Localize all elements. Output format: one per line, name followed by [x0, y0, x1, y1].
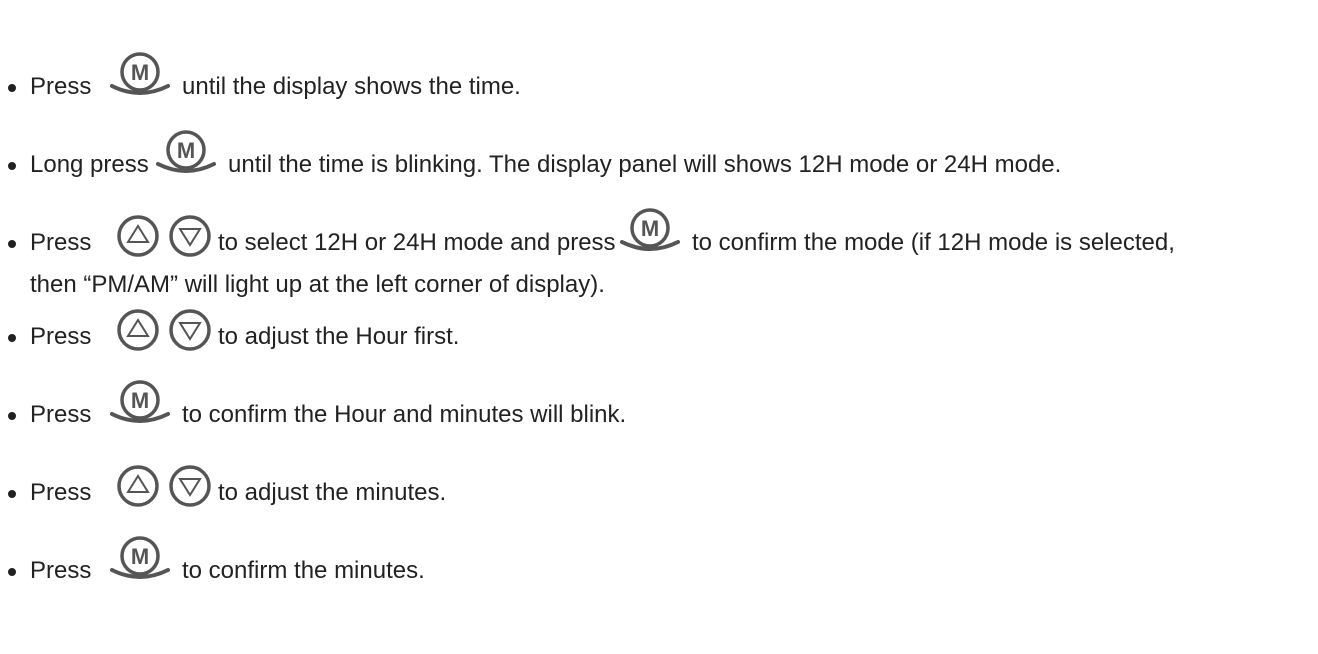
up-button-icon — [116, 214, 160, 258]
svg-text:M: M — [131, 388, 149, 413]
step-text: Press — [30, 557, 92, 584]
step-text: to confirm the Hour and minutes will bli… — [182, 401, 627, 428]
bullet-icon — [8, 84, 16, 92]
step-text: to confirm the minutes. — [182, 557, 425, 584]
step-text: Press — [30, 401, 92, 428]
svg-text:M: M — [131, 60, 149, 85]
step-text: to adjust the Hour first. — [218, 323, 460, 350]
bullet-icon — [8, 334, 16, 342]
svg-text:M: M — [641, 216, 659, 241]
m-button-icon: M — [104, 48, 176, 104]
step-continuation: then “PM/AM” will light up at the left c… — [30, 271, 605, 298]
m-button-icon: M — [614, 204, 686, 260]
step-text: Press — [30, 323, 92, 350]
bullet-icon — [8, 412, 16, 420]
down-button-icon — [168, 214, 212, 258]
svg-text:M: M — [177, 138, 195, 163]
step-text: Press — [30, 73, 92, 100]
down-button-icon — [168, 464, 212, 508]
up-button-icon — [116, 464, 160, 508]
step-text: to confirm the mode (if 12H mode is sele… — [692, 229, 1175, 256]
step-text: until the display shows the time. — [182, 73, 521, 100]
step-text: until the time is blinking. The display … — [228, 151, 1062, 178]
instruction-document: Press M until the display shows the time… — [0, 0, 1318, 654]
svg-text:M: M — [131, 544, 149, 569]
down-button-icon — [168, 308, 212, 352]
m-button-icon: M — [150, 126, 222, 182]
bullet-icon — [8, 568, 16, 576]
m-button-icon: M — [104, 376, 176, 432]
step-text: to select 12H or 24H mode and press — [218, 229, 616, 256]
step-text: to adjust the minutes. — [218, 479, 447, 506]
step-text: Long press — [30, 151, 149, 178]
bullet-icon — [8, 240, 16, 248]
up-button-icon — [116, 308, 160, 352]
m-button-icon: M — [104, 532, 176, 588]
step-text: Press — [30, 479, 92, 506]
bullet-icon — [8, 162, 16, 170]
step-text: Press — [30, 229, 92, 256]
bullet-icon — [8, 490, 16, 498]
